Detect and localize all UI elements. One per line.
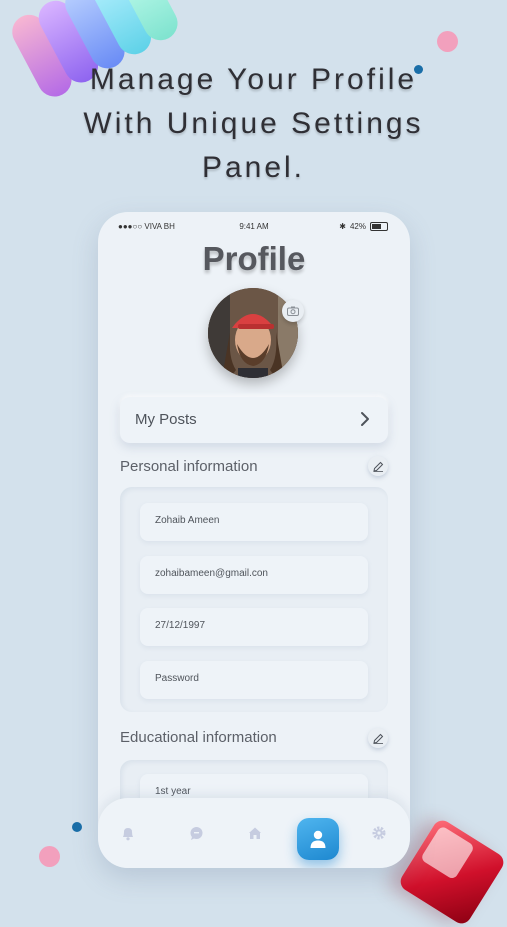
name-value: Zohaib Ameen (155, 515, 220, 526)
dob-value: 27/12/1997 (155, 620, 206, 631)
status-bar: ●●●○○ VIVA BH 9:41 AM ✱ 42% (98, 222, 410, 236)
headline-line-2: With Unique Settings (83, 107, 424, 140)
year-value: 1st year (155, 786, 191, 797)
avatar-photo (208, 288, 298, 378)
blue-dot-decoration (72, 822, 82, 832)
red-cube-decoration (396, 816, 507, 927)
bottom-navigation (98, 798, 410, 868)
edit-educational-info-button[interactable] (368, 728, 388, 748)
edit-personal-info-button[interactable] (368, 456, 388, 476)
battery-label: 42% (349, 222, 366, 231)
chat-icon[interactable] (187, 824, 205, 842)
chevron-right-icon (361, 412, 369, 426)
gear-icon[interactable] (370, 824, 388, 842)
email-value: zohaibameen@gmail.con (155, 568, 268, 579)
home-icon[interactable] (246, 824, 264, 842)
dob-field[interactable]: 27/12/1997 (140, 608, 368, 646)
page-title: Profile (202, 240, 306, 277)
name-field[interactable]: Zohaib Ameen (140, 503, 368, 541)
personal-info-heading: Personal information (120, 458, 258, 475)
bluetooth-icon: ✱ (339, 222, 346, 231)
avatar[interactable] (208, 288, 298, 378)
personal-info-panel: Zohaib Ameen zohaibameen@gmail.con 27/12… (120, 487, 388, 712)
bell-icon[interactable] (119, 824, 137, 842)
camera-button[interactable] (282, 300, 304, 322)
headline: Manage Your Profile With Unique Settings… (0, 58, 507, 190)
pink-dot-decoration (437, 31, 458, 52)
status-right: ✱ 42% (339, 222, 388, 231)
phone-mockup: ●●●○○ VIVA BH 9:41 AM ✱ 42% Profile My P… (98, 212, 410, 868)
email-field[interactable]: zohaibameen@gmail.con (140, 556, 368, 594)
headline-line-1: Manage Your Profile (89, 63, 418, 96)
headline-line-3: Panel. (201, 151, 306, 184)
pencil-icon (372, 733, 383, 744)
profile-tab-button[interactable] (297, 818, 339, 860)
password-field[interactable]: Password (140, 661, 368, 699)
password-placeholder: Password (155, 673, 199, 684)
my-posts-button[interactable]: My Posts (120, 397, 388, 443)
profile-icon (310, 830, 326, 848)
educational-info-heading: Educational information (120, 729, 277, 746)
pink-dot-decoration (39, 846, 60, 867)
pencil-icon (372, 461, 383, 472)
my-posts-label: My Posts (135, 411, 197, 428)
battery-icon (370, 222, 388, 231)
camera-icon (287, 306, 299, 316)
